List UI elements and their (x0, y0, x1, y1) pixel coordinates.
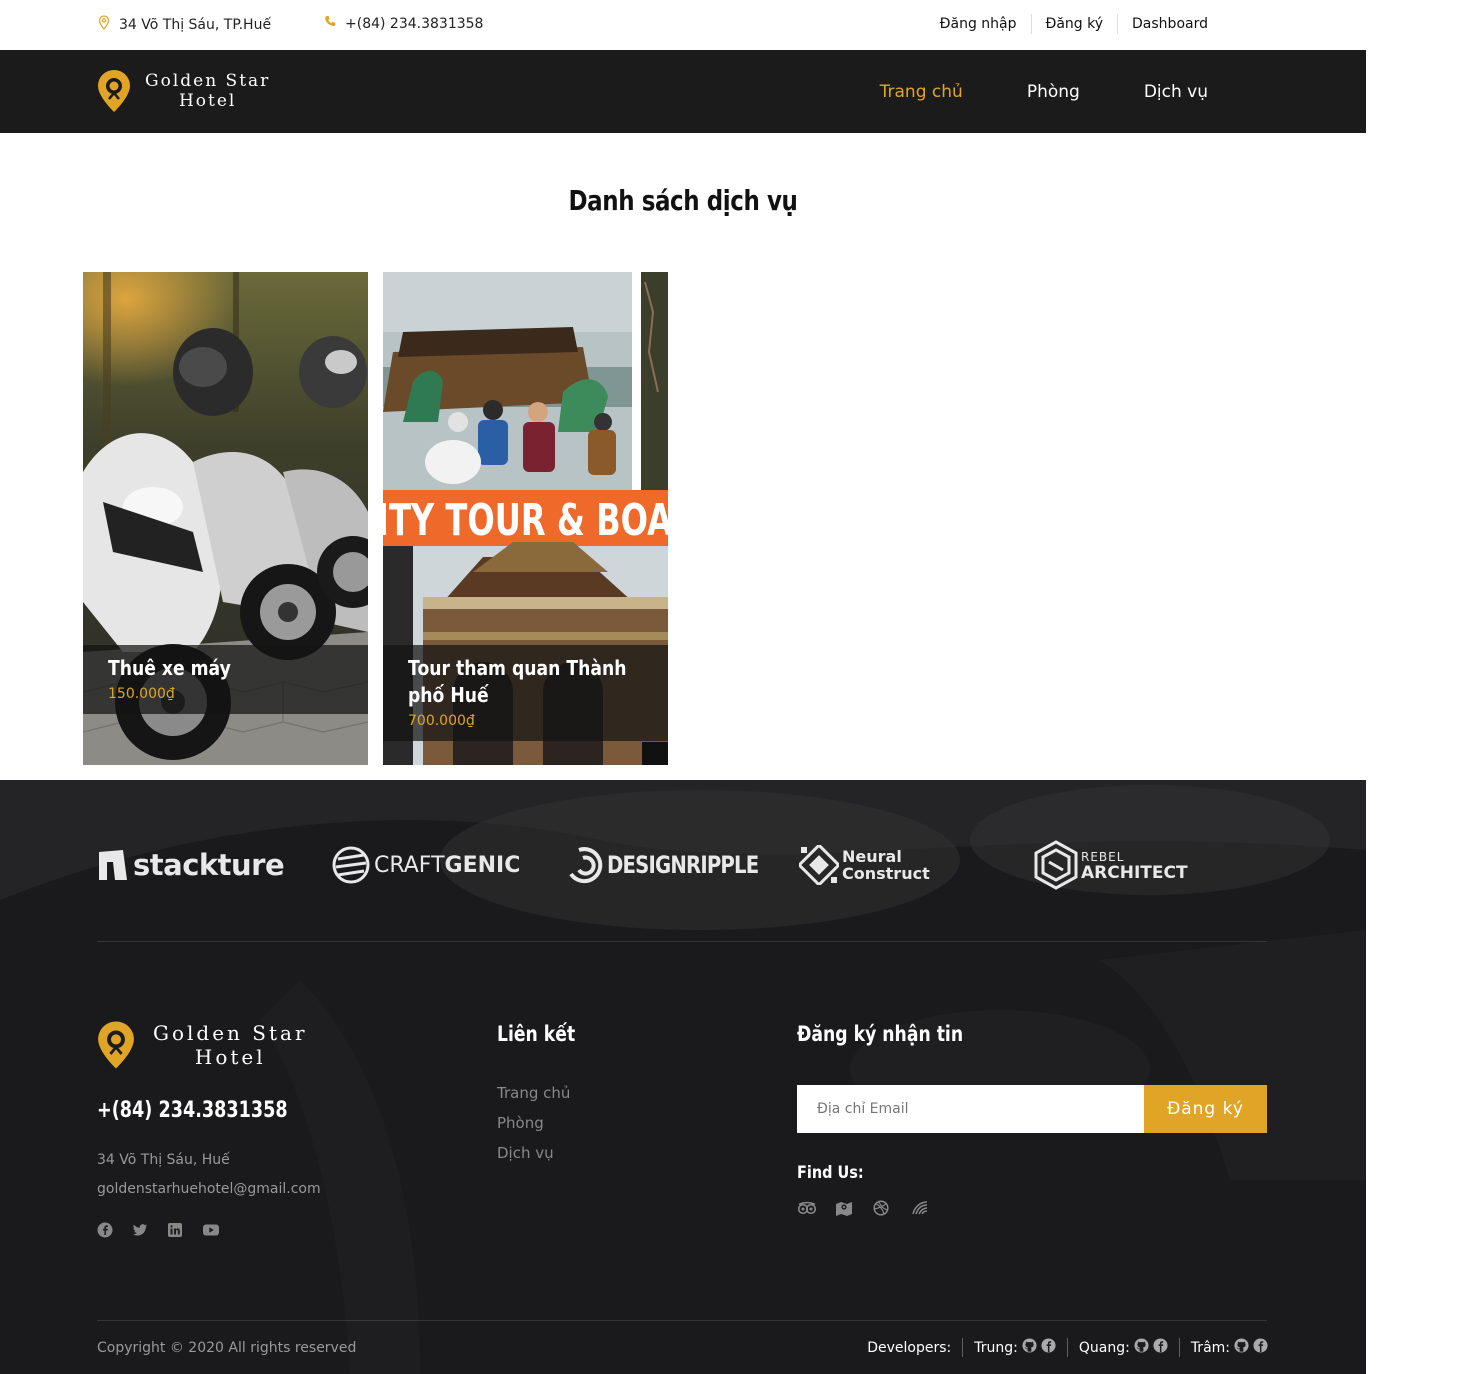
footer-social-links (97, 1222, 219, 1238)
developer-tram-name: Trâm: (1190, 1339, 1230, 1356)
site-footer: stackture CRAFT GENIC DESIGNRIPPLE Neura… (0, 780, 1366, 1374)
partner-logo-stackture: stackture (97, 840, 285, 890)
developer-trung-name: Trung: (974, 1339, 1018, 1356)
partner-neural-text: Neural Construct (842, 848, 930, 882)
login-link[interactable]: Đăng nhập (926, 14, 1031, 34)
designripple-icon (569, 847, 603, 884)
partner-neural-text-a: Neural (842, 847, 902, 866)
developers-credits: Developers: Trung: Quang: Trâm: (867, 1338, 1268, 1357)
neural-construct-icon (799, 845, 839, 885)
service-caption: Thuê xe máy 150.000₫ (83, 645, 368, 714)
footer-link-rooms[interactable]: Phòng (497, 1108, 570, 1138)
newsletter-email-input[interactable] (797, 1085, 1144, 1133)
newsletter-form: Đăng ký (797, 1085, 1267, 1133)
footer-contact: 34 Võ Thị Sáu, Huế goldenstarhuehotel@gm… (97, 1146, 321, 1204)
location-icon (97, 15, 111, 34)
stripe-icon[interactable] (911, 1200, 929, 1216)
developer-tram: Trâm: (1178, 1338, 1268, 1357)
partner-logo-neural-construct: Neural Construct (799, 840, 930, 890)
logo-pin-icon (97, 69, 131, 113)
find-us-links (797, 1200, 929, 1216)
developer-trung: Trung: (962, 1338, 1067, 1357)
copyright-text: Copyright © 2020 All rights reserved (97, 1340, 357, 1356)
craftgenic-icon (332, 846, 370, 884)
main-menu: Trang chủ Phòng Dịch vụ (880, 50, 1208, 133)
partner-rebel-text: REBEL ARCHITECT (1081, 849, 1188, 883)
footer-divider-bottom (97, 1320, 1267, 1321)
github-icon[interactable] (1234, 1338, 1249, 1357)
twitter-icon[interactable] (132, 1222, 148, 1238)
stackture-icon (99, 850, 127, 880)
github-icon[interactable] (1134, 1338, 1149, 1357)
partner-craftgenic-text-a: CRAFT (374, 852, 445, 878)
account-links: Đăng nhập Đăng ký Dashboard (926, 14, 1222, 34)
dribbble-icon[interactable] (873, 1200, 891, 1216)
service-caption: Tour tham quan Thành phố Huế 700.000₫ (383, 645, 668, 741)
nav-home[interactable]: Trang chủ (880, 82, 963, 102)
nav-services[interactable]: Dịch vụ (1144, 82, 1208, 102)
facebook-icon[interactable] (1041, 1338, 1056, 1357)
phone-icon (323, 15, 337, 32)
banner-text: ITY TOUR & BOA (383, 495, 668, 546)
partner-rebel-text-b: ARCHITECT (1081, 863, 1188, 883)
footer-link-services[interactable]: Dịch vụ (497, 1138, 570, 1168)
service-name[interactable]: Thuê xe máy (108, 655, 342, 682)
partner-designripple-text: DESIGNRIPPLE (607, 851, 759, 879)
partner-logo-craftgenic: CRAFT GENIC (332, 840, 520, 890)
service-card-motorbike[interactable]: Thuê xe máy 150.000₫ (83, 272, 368, 765)
map-icon[interactable] (835, 1200, 853, 1216)
footer-address: 34 Võ Thị Sáu, Huế (97, 1152, 230, 1168)
footer-brand-name: Golden Star Hotel (153, 1021, 308, 1069)
linkedin-icon[interactable] (167, 1222, 183, 1238)
partner-logo-designripple: DESIGNRIPPLE (565, 840, 792, 890)
newsletter-heading: Đăng ký nhận tin (797, 1022, 964, 1046)
youtube-icon[interactable] (202, 1222, 219, 1238)
register-link[interactable]: Đăng ký (1030, 14, 1118, 34)
topbar-address: 34 Võ Thị Sáu, TP.Huế (97, 15, 271, 34)
find-us-label: Find Us: (797, 1163, 864, 1183)
topbar-phone-text: +(84) 234.3831358 (345, 15, 484, 32)
facebook-icon[interactable] (1153, 1338, 1168, 1357)
topbar-phone: +(84) 234.3831358 (323, 15, 483, 32)
brand-line2: Hotel (178, 91, 237, 111)
main-navbar: Golden Star Hotel Trang chủ Phòng Dịch v… (0, 50, 1366, 133)
newsletter-subscribe-button[interactable]: Đăng ký (1144, 1085, 1267, 1133)
footer-link-home[interactable]: Trang chủ (497, 1078, 570, 1108)
footer-brand-line2: Hotel (194, 1045, 266, 1069)
header-logo[interactable]: Golden Star Hotel (97, 69, 270, 113)
dashboard-link[interactable]: Dashboard (1117, 14, 1222, 34)
top-bar: 34 Võ Thị Sáu, TP.Huế +(84) 234.3831358 … (0, 0, 1366, 50)
footer-logo[interactable]: Golden Star Hotel (97, 1020, 308, 1070)
service-price: 700.000₫ (408, 713, 475, 729)
brand-name: Golden Star Hotel (145, 71, 270, 112)
developer-quang: Quang: (1066, 1338, 1179, 1357)
service-name[interactable]: Tour tham quan Thành phố Huế (408, 655, 642, 709)
footer-links: Trang chủ Phòng Dịch vụ (497, 1078, 570, 1168)
service-card-city-tour[interactable]: ITY TOUR & BOA Tour tham quan Thành phố … (383, 272, 668, 765)
footer-links-heading: Liên kết (497, 1022, 576, 1046)
partner-stackture-text: stackture (133, 848, 285, 882)
brand-line1: Golden Star (145, 70, 271, 91)
developer-quang-name: Quang: (1078, 1339, 1130, 1356)
rebel-architect-icon (1034, 840, 1078, 890)
partner-logo-rebel-architect: REBEL ARCHITECT (1033, 840, 1188, 890)
footer-brand-line1: Golden Star (153, 1021, 308, 1045)
footer-divider-top (97, 941, 1267, 942)
footer-logo-pin-icon (97, 1020, 135, 1070)
footer-phone[interactable]: +(84) 234.3831358 (97, 1098, 288, 1123)
page-title: Danh sách dịch vụ (568, 184, 798, 217)
developers-label: Developers: (867, 1339, 952, 1356)
tripadvisor-icon[interactable] (797, 1200, 817, 1216)
github-icon[interactable] (1022, 1338, 1037, 1357)
topbar-address-text: 34 Võ Thị Sáu, TP.Huế (119, 16, 272, 33)
partner-logos: stackture CRAFT GENIC DESIGNRIPPLE Neura… (97, 840, 1267, 890)
partner-neural-text-b: Construct (842, 864, 930, 883)
footer-email[interactable]: goldenstarhuehotel@gmail.com (97, 1175, 321, 1204)
facebook-icon[interactable] (1253, 1338, 1268, 1357)
facebook-icon[interactable] (97, 1222, 113, 1238)
nav-rooms[interactable]: Phòng (1027, 82, 1080, 102)
partner-craftgenic-text-b: GENIC (444, 852, 521, 878)
service-price: 150.000₫ (108, 686, 175, 702)
